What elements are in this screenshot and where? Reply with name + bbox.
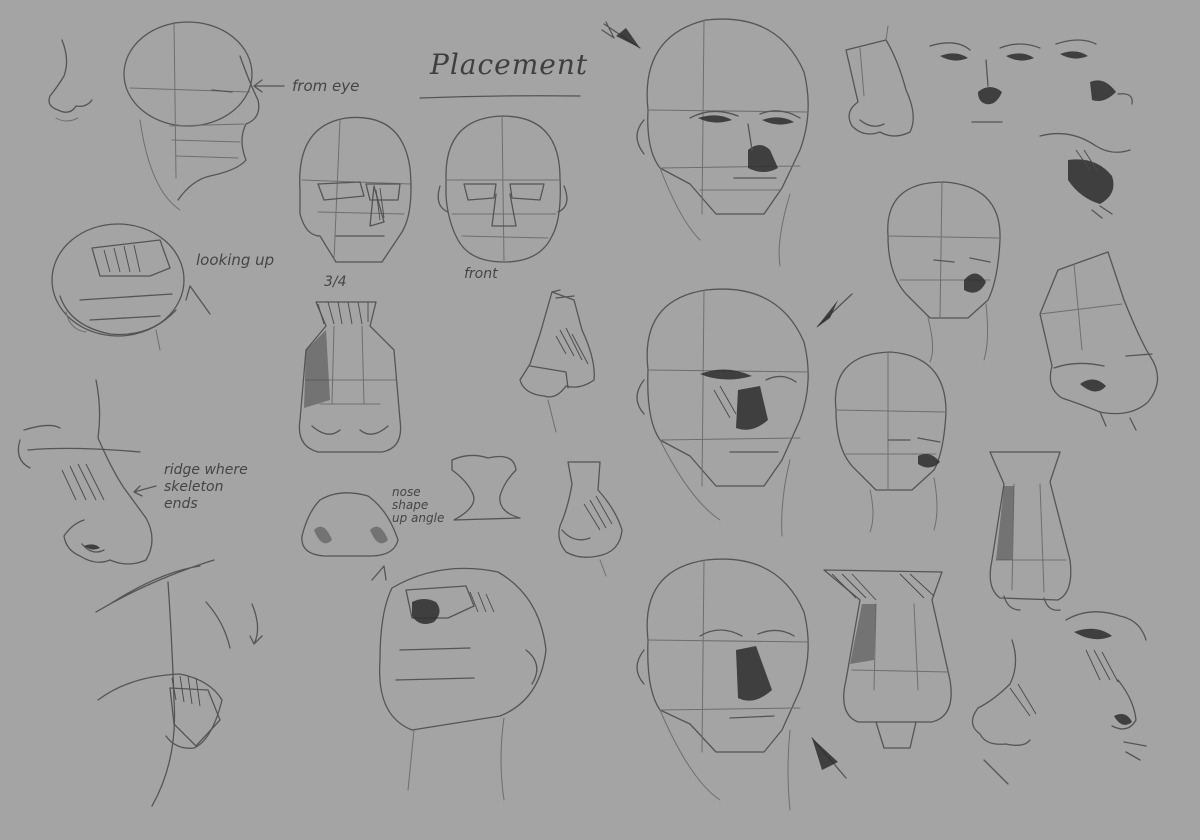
- sketch-nose-column-right: [989, 451, 1072, 611]
- pencil-arrow-bottom: [811, 737, 847, 779]
- sketch-face-features-bottom-right: [1065, 611, 1147, 761]
- sketch-canvas: [17, 18, 1159, 811]
- note-from-eye: from eye: [292, 77, 360, 95]
- sketch-nose-top-left: [48, 39, 93, 122]
- title-underline: [419, 95, 581, 99]
- sketch-nose-profile-bottom-right: [971, 639, 1037, 785]
- sketch-nose-top-right: [845, 25, 914, 137]
- sketch-head-side-from-eye: [123, 21, 285, 211]
- sketch-nose-side-planar: [519, 289, 595, 433]
- sketch-nose-planar-front: [298, 301, 402, 453]
- sketch-head-large-1: [636, 18, 809, 267]
- pencil-arrow-top: [601, 21, 641, 49]
- label-front: front: [464, 266, 498, 282]
- sketch-nose-shaded-profile: [1039, 132, 1131, 219]
- sketch-nose-small-side: [558, 461, 623, 577]
- note-nose-shape: nose shape up angle: [392, 485, 445, 525]
- sketch-nose-planar-large-right: [1039, 251, 1159, 431]
- sketch-nose-underside-large: [823, 569, 952, 749]
- sketch-head-looking-down: [95, 559, 263, 807]
- sketch-sheet: Placement from eye looking up 3/4 front …: [0, 0, 1200, 840]
- sketch-head-from-below: [378, 567, 547, 801]
- pencil-arrow-middle: [816, 293, 853, 328]
- sketch-head-large-2: [636, 288, 809, 537]
- sketch-head-three-quarter: [299, 116, 412, 263]
- note-looking-up: looking up: [196, 251, 275, 269]
- note-ridge: ridge where skeleton ends: [164, 462, 248, 512]
- label-three-quarter: 3/4: [324, 274, 347, 290]
- sketch-head-large-3: [636, 558, 809, 811]
- sketch-head-front: [437, 115, 568, 263]
- sheet-title: Placement: [430, 48, 589, 81]
- sketch-face-features-top: [929, 39, 1133, 123]
- sketch-nose-ridge: [17, 379, 157, 565]
- sketch-head-small-right-2: [834, 351, 947, 533]
- sketch-head-looking-up: [51, 223, 211, 351]
- sketch-head-small-right-1: [887, 181, 1001, 363]
